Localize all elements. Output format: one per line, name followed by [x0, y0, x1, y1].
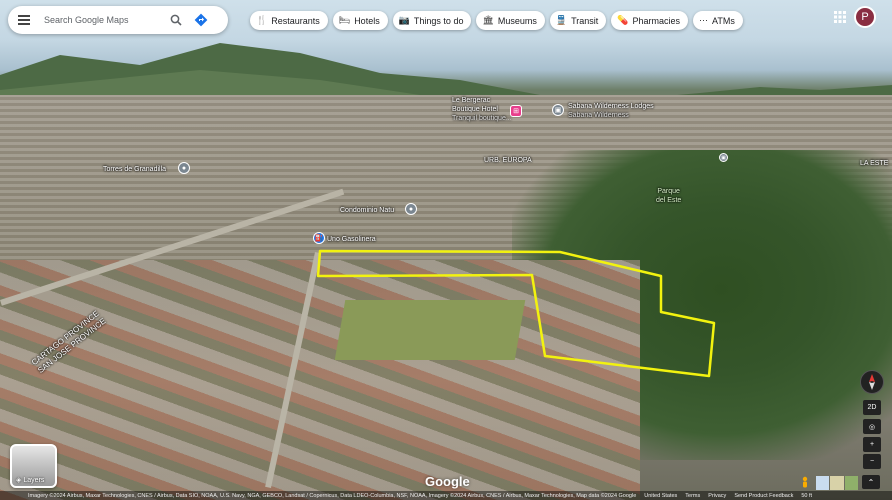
bergerac-name: Le Bergerac Boutique Hotel: [452, 97, 498, 113]
compass-icon[interactable]: [860, 370, 884, 394]
my-location-icon[interactable]: ◎: [863, 419, 881, 434]
search-input[interactable]: [40, 10, 164, 30]
chip-transit[interactable]: 🚆 Transit: [549, 11, 607, 30]
gasolinera-label[interactable]: Uno Gasolinera: [327, 235, 376, 244]
layers-label: Layers: [23, 476, 45, 484]
account-avatar[interactable]: P: [854, 6, 876, 28]
footer-link-privacy[interactable]: Privacy: [708, 493, 726, 499]
place-label-sabana[interactable]: Sabana Wilderness Lodges Sabana Wilderne…: [568, 102, 654, 120]
fork-knife-icon: 🍴: [256, 15, 268, 25]
search-icon[interactable]: [164, 6, 188, 34]
chip-atms[interactable]: ⋯ ATMs: [693, 11, 743, 30]
green-field: [334, 300, 526, 360]
gas-station-pin-icon[interactable]: ⛽: [313, 232, 325, 244]
pegman-icon[interactable]: [800, 476, 810, 490]
tilt-2d-button[interactable]: 2D: [863, 400, 881, 415]
layers-label-wrap: ◈ Layers: [16, 476, 45, 485]
parque-label[interactable]: Parque del Este: [656, 187, 681, 205]
imagery-thumbnails[interactable]: [816, 476, 858, 490]
chip-label: Hotels: [354, 15, 380, 26]
zoom-in-button[interactable]: +: [863, 437, 881, 452]
google-apps-icon[interactable]: [833, 10, 847, 24]
torres-pin-icon[interactable]: ●: [178, 162, 190, 174]
small-pin-icon[interactable]: ▣: [719, 153, 728, 162]
chip-museums[interactable]: 🏛 Museums: [476, 11, 545, 30]
map-footer: Imagery ©2024 Airbus, Maxar Technologies…: [0, 491, 892, 500]
hotel-pin-icon[interactable]: ⊞: [510, 105, 522, 117]
chip-things-to-do[interactable]: 📷 Things to do: [392, 11, 472, 30]
near-neighborhood: [0, 260, 640, 500]
thumbnail-map[interactable]: [816, 476, 830, 490]
chip-label: Museums: [497, 15, 537, 26]
scale-label[interactable]: 50 ft: [801, 493, 812, 499]
chip-hotels[interactable]: 🛏 Hotels: [332, 11, 388, 30]
footer-link-terms[interactable]: Terms: [685, 493, 700, 499]
place-label-bergerac[interactable]: Le Bergerac Boutique Hotel Tranquil bout…: [452, 96, 512, 123]
zoom-out-button[interactable]: −: [863, 454, 881, 469]
category-chips: 🍴 Restaurants 🛏 Hotels 📷 Things to do 🏛 Muse…: [250, 11, 743, 30]
torres-label[interactable]: Torres de Granadilla: [103, 165, 166, 174]
footer-link-country[interactable]: United States: [644, 493, 677, 499]
pharmacy-icon: 💊: [617, 15, 629, 25]
layers-button[interactable]: ◈ Layers: [10, 444, 57, 488]
atm-icon: ⋯: [699, 15, 709, 25]
bergerac-subtitle: Tranquil boutique...: [452, 115, 512, 122]
satellite-3d-map[interactable]: [0, 0, 892, 500]
sabana-name: Sabana Wilderness Lodges: [568, 103, 654, 110]
thumbnail-terrain[interactable]: [830, 476, 844, 490]
la-este-label: LA ESTE: [860, 160, 889, 167]
chip-label: Transit: [571, 15, 599, 26]
chip-label: Restaurants: [271, 15, 320, 26]
lodge-pin-icon[interactable]: ▣: [552, 104, 564, 116]
expand-icon[interactable]: ⌃: [862, 475, 880, 489]
chip-label: ATMs: [712, 15, 735, 26]
google-logo: Google: [425, 474, 470, 489]
camera-icon: 📷: [398, 15, 410, 25]
train-icon: 🚆: [555, 15, 568, 25]
hamburger-menu-icon[interactable]: [8, 6, 40, 34]
condominio-label[interactable]: Condominio Natu: [340, 206, 394, 215]
chip-pharmacies[interactable]: 💊 Pharmacies: [611, 11, 689, 30]
chip-restaurants[interactable]: 🍴 Restaurants: [250, 11, 328, 30]
bed-icon: 🛏: [338, 15, 351, 25]
sabana-subtitle: Sabana Wilderness: [568, 112, 629, 119]
thumbnail-traffic[interactable]: [844, 476, 858, 490]
chip-label: Things to do: [413, 15, 464, 26]
footer-link-feedback[interactable]: Send Product Feedback: [734, 493, 793, 499]
layers-icon: ◈: [16, 477, 22, 484]
condominio-pin-icon[interactable]: ●: [405, 203, 417, 215]
urb-europa-label: URB. EUROPA: [484, 157, 532, 164]
search-bar: [8, 6, 228, 34]
chip-label: Pharmacies: [632, 15, 681, 26]
attribution-text: Imagery ©2024 Airbus, Maxar Technologies…: [28, 492, 637, 499]
directions-icon[interactable]: [188, 6, 214, 34]
museum-icon: 🏛: [482, 15, 494, 25]
